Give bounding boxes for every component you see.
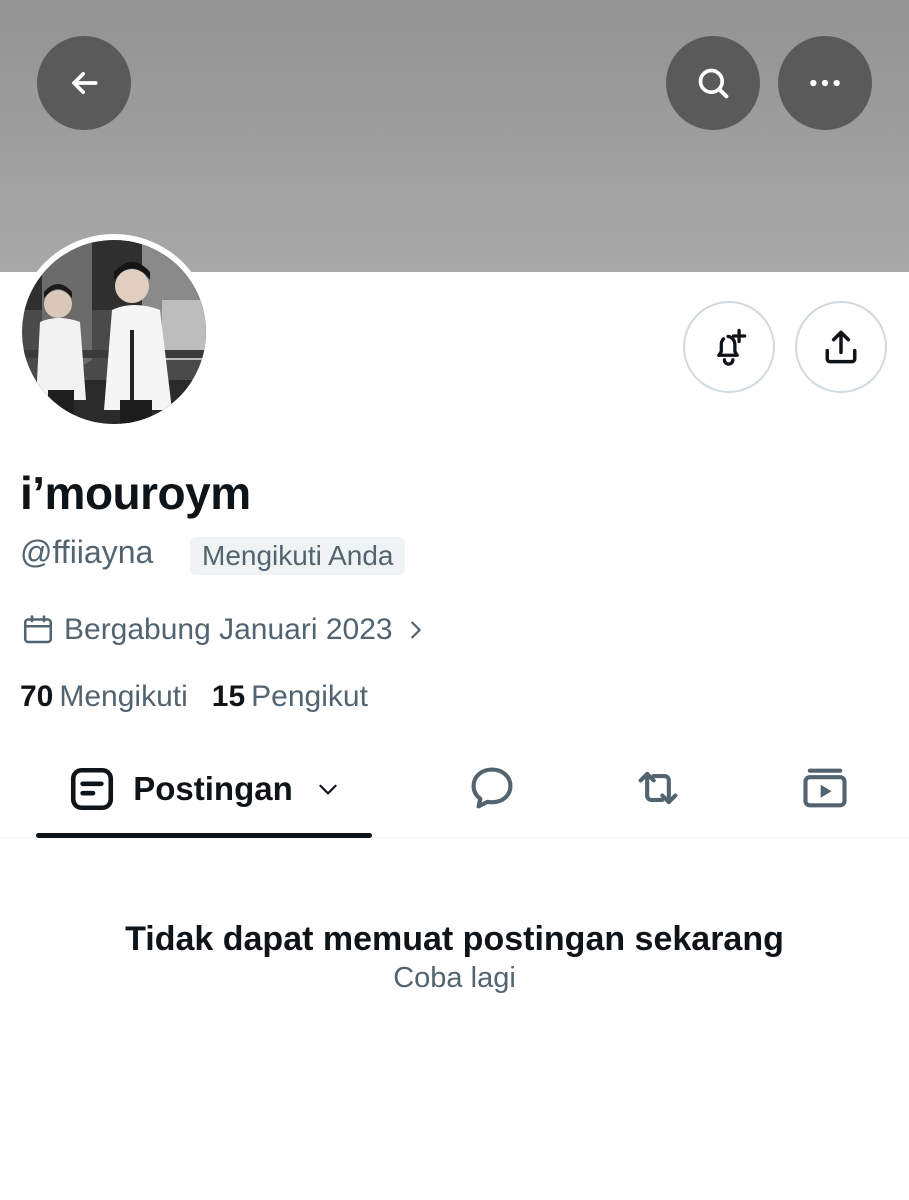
avatar[interactable] [16, 234, 212, 430]
tab-replies[interactable] [464, 760, 520, 816]
tab-media[interactable] [797, 760, 853, 816]
profile-tabs: Postingan [0, 740, 909, 838]
joined-date: Bergabung Januari 2023 [64, 613, 393, 646]
chevron-right-icon [410, 621, 421, 639]
notifications-button[interactable] [683, 301, 775, 393]
active-tab-indicator [36, 833, 372, 838]
back-arrow-icon [72, 72, 98, 94]
share-button[interactable] [795, 301, 887, 393]
profile-banner[interactable] [0, 0, 909, 272]
video-media-icon [803, 768, 847, 808]
joined-date-row[interactable]: Bergabung Januari 2023 [20, 612, 427, 648]
chevron-down-icon [319, 784, 337, 795]
avatar-photo [22, 240, 206, 424]
display-name: i’mouroym [20, 467, 251, 519]
calendar-icon [23, 615, 53, 644]
replies-bubble-icon [471, 767, 513, 809]
more-button[interactable] [778, 36, 872, 130]
following-label: Mengikuti [59, 680, 188, 713]
more-dots-icon [810, 79, 840, 87]
back-button[interactable] [37, 36, 131, 130]
followers-link[interactable]: 15 Pengikut [212, 680, 368, 714]
tab-posts-label: Postingan [133, 770, 293, 807]
retweet-icon [638, 771, 678, 805]
followers-label: Pengikut [251, 680, 368, 713]
follows-you-badge: Mengikuti Anda [190, 537, 406, 575]
posts-doc-icon [71, 767, 114, 811]
following-link[interactable]: 70 Mengikuti [20, 680, 188, 714]
tab-posts[interactable]: Postingan [36, 740, 372, 838]
notification-bell-plus-icon [717, 328, 747, 366]
share-upload-icon [825, 330, 857, 364]
search-button[interactable] [666, 36, 760, 130]
follow-stats: 70 Mengikuti 15 Pengikut [20, 680, 392, 714]
following-count: 70 [20, 680, 54, 713]
retry-link[interactable]: Coba lagi [0, 962, 909, 995]
search-icon [698, 68, 729, 99]
followers-count: 15 [211, 680, 246, 713]
empty-state-title: Tidak dapat memuat postingan sekarang [125, 920, 784, 958]
user-handle: @ffiiayna [20, 534, 154, 570]
tab-reposts[interactable] [630, 760, 686, 816]
